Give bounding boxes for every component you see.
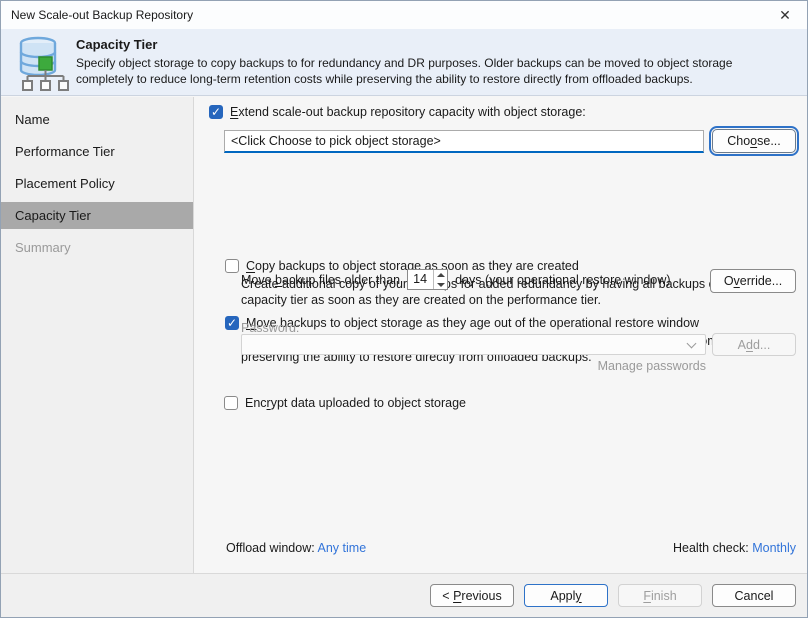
window-title: New Scale-out Backup Repository [11, 8, 193, 22]
apply-button[interactable]: Apply [524, 584, 608, 607]
sidebar-item-performance-tier[interactable]: Performance Tier [1, 138, 193, 165]
health-check-label: Health check: [673, 541, 749, 555]
encrypt-label[interactable]: Encrypt data uploaded to object storage [245, 396, 466, 410]
move-older-than-row: Move backup files older than 14 days (yo… [241, 269, 671, 290]
offload-window-label: Offload window: [226, 541, 315, 555]
spinner-up-icon[interactable] [434, 270, 447, 280]
encrypt-checkbox[interactable] [224, 396, 238, 410]
cancel-button[interactable]: Cancel [712, 584, 796, 607]
sidebar-item-capacity-tier[interactable]: Capacity Tier [1, 202, 193, 229]
sidebar-item-summary[interactable]: Summary [1, 234, 193, 261]
step-title: Capacity Tier [76, 37, 157, 52]
wizard-dialog: New Scale-out Backup Repository ✕ Capaci… [0, 0, 808, 618]
step-description: Specify object storage to copy backups t… [76, 55, 791, 87]
days-value[interactable]: 14 [408, 270, 433, 289]
capacity-tier-panel: Extend scale-out backup repository capac… [195, 97, 807, 572]
chevron-down-icon [687, 339, 697, 349]
finish-button[interactable]: Finish [618, 584, 702, 607]
manage-passwords-link[interactable]: Manage passwords [241, 359, 706, 373]
move-older-than-suffix: days (your operational restore window) [455, 273, 670, 287]
password-combobox[interactable] [241, 334, 706, 355]
move-backups-label[interactable]: Move backups to object storage as they a… [246, 316, 699, 330]
sidebar-item-placement-policy[interactable]: Placement Policy [1, 170, 193, 197]
health-check-setting: Health check: Monthly [673, 541, 796, 555]
move-older-than-label: Move backup files older than [241, 273, 400, 287]
add-password-button[interactable]: Add... [712, 333, 796, 356]
title-bar: New Scale-out Backup Repository ✕ [1, 1, 807, 29]
encrypt-row: Encrypt data uploaded to object storage [224, 396, 466, 410]
extend-capacity-label[interactable]: Extend scale-out backup repository capac… [230, 105, 586, 119]
offload-window-link[interactable]: Any time [318, 541, 367, 555]
settings-links-row: Offload window: Any time Health check: M… [226, 541, 796, 555]
extend-capacity-row: Extend scale-out backup repository capac… [209, 105, 586, 119]
health-check-link[interactable]: Monthly [752, 541, 796, 555]
days-spinner[interactable]: 14 [407, 269, 448, 290]
spinner-down-icon[interactable] [434, 280, 447, 290]
close-icon[interactable]: ✕ [776, 6, 794, 24]
copy-backups-checkbox[interactable] [225, 259, 239, 273]
scale-out-repository-icon [13, 32, 69, 97]
wizard-footer: < Previous Apply Finish Cancel [1, 573, 807, 617]
override-button[interactable]: Override... [710, 269, 796, 293]
move-backups-checkbox[interactable] [225, 316, 239, 330]
choose-button[interactable]: Choose... [712, 129, 796, 153]
object-storage-field[interactable] [224, 130, 704, 153]
previous-button[interactable]: < Previous [430, 584, 514, 607]
password-label: Password: [241, 321, 299, 335]
offload-window-setting: Offload window: Any time [226, 541, 366, 555]
wizard-header: Capacity Tier Specify object storage to … [1, 29, 807, 96]
wizard-steps-sidebar: Name Performance Tier Placement Policy C… [1, 97, 194, 573]
sidebar-item-name[interactable]: Name [1, 106, 193, 133]
extend-capacity-checkbox[interactable] [209, 105, 223, 119]
